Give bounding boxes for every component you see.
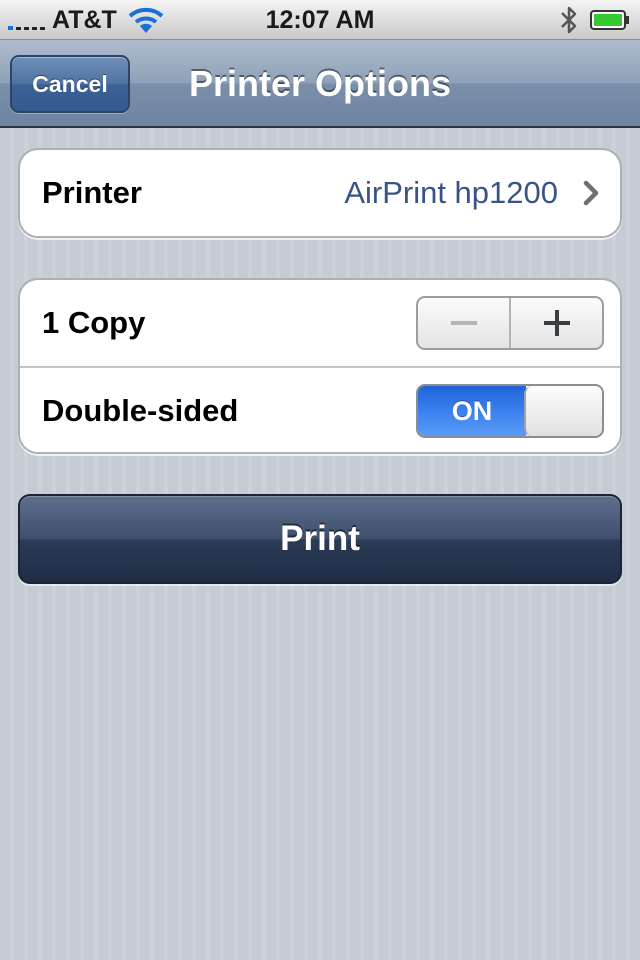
copies-stepper bbox=[416, 296, 604, 350]
double-sided-toggle[interactable]: ON bbox=[416, 384, 604, 438]
navigation-bar: Cancel Printer Options bbox=[0, 40, 640, 128]
decrement-button[interactable] bbox=[418, 298, 511, 348]
cancel-button[interactable]: Cancel bbox=[10, 55, 130, 113]
page-title: Printer Options bbox=[188, 63, 452, 104]
printer-row[interactable]: Printer AirPrint hp1200 bbox=[20, 150, 620, 236]
plus-icon bbox=[543, 310, 570, 336]
minus-icon bbox=[450, 310, 477, 336]
copies-label: 1 Copy bbox=[42, 305, 146, 340]
chevron-right-icon bbox=[583, 180, 599, 206]
print-button[interactable]: Print bbox=[18, 494, 622, 584]
battery-icon bbox=[590, 10, 629, 30]
bluetooth-icon bbox=[561, 6, 577, 34]
status-time: 12:07 AM bbox=[265, 6, 375, 34]
printer-group: Printer AirPrint hp1200 bbox=[18, 148, 622, 238]
double-sided-row: Double-sided ON bbox=[20, 366, 620, 452]
options-group: 1 Copy Double-sided ON bbox=[18, 278, 622, 454]
double-sided-label: Double-sided bbox=[42, 393, 239, 428]
increment-button[interactable] bbox=[511, 298, 602, 348]
status-bar: AT&T 12:07 AM bbox=[0, 0, 640, 40]
copies-row: 1 Copy bbox=[20, 280, 620, 366]
toggle-on-label: ON bbox=[418, 386, 526, 436]
toggle-knob bbox=[524, 386, 602, 436]
printer-value: AirPrint hp1200 bbox=[344, 175, 558, 210]
printer-label: Printer bbox=[42, 175, 142, 210]
